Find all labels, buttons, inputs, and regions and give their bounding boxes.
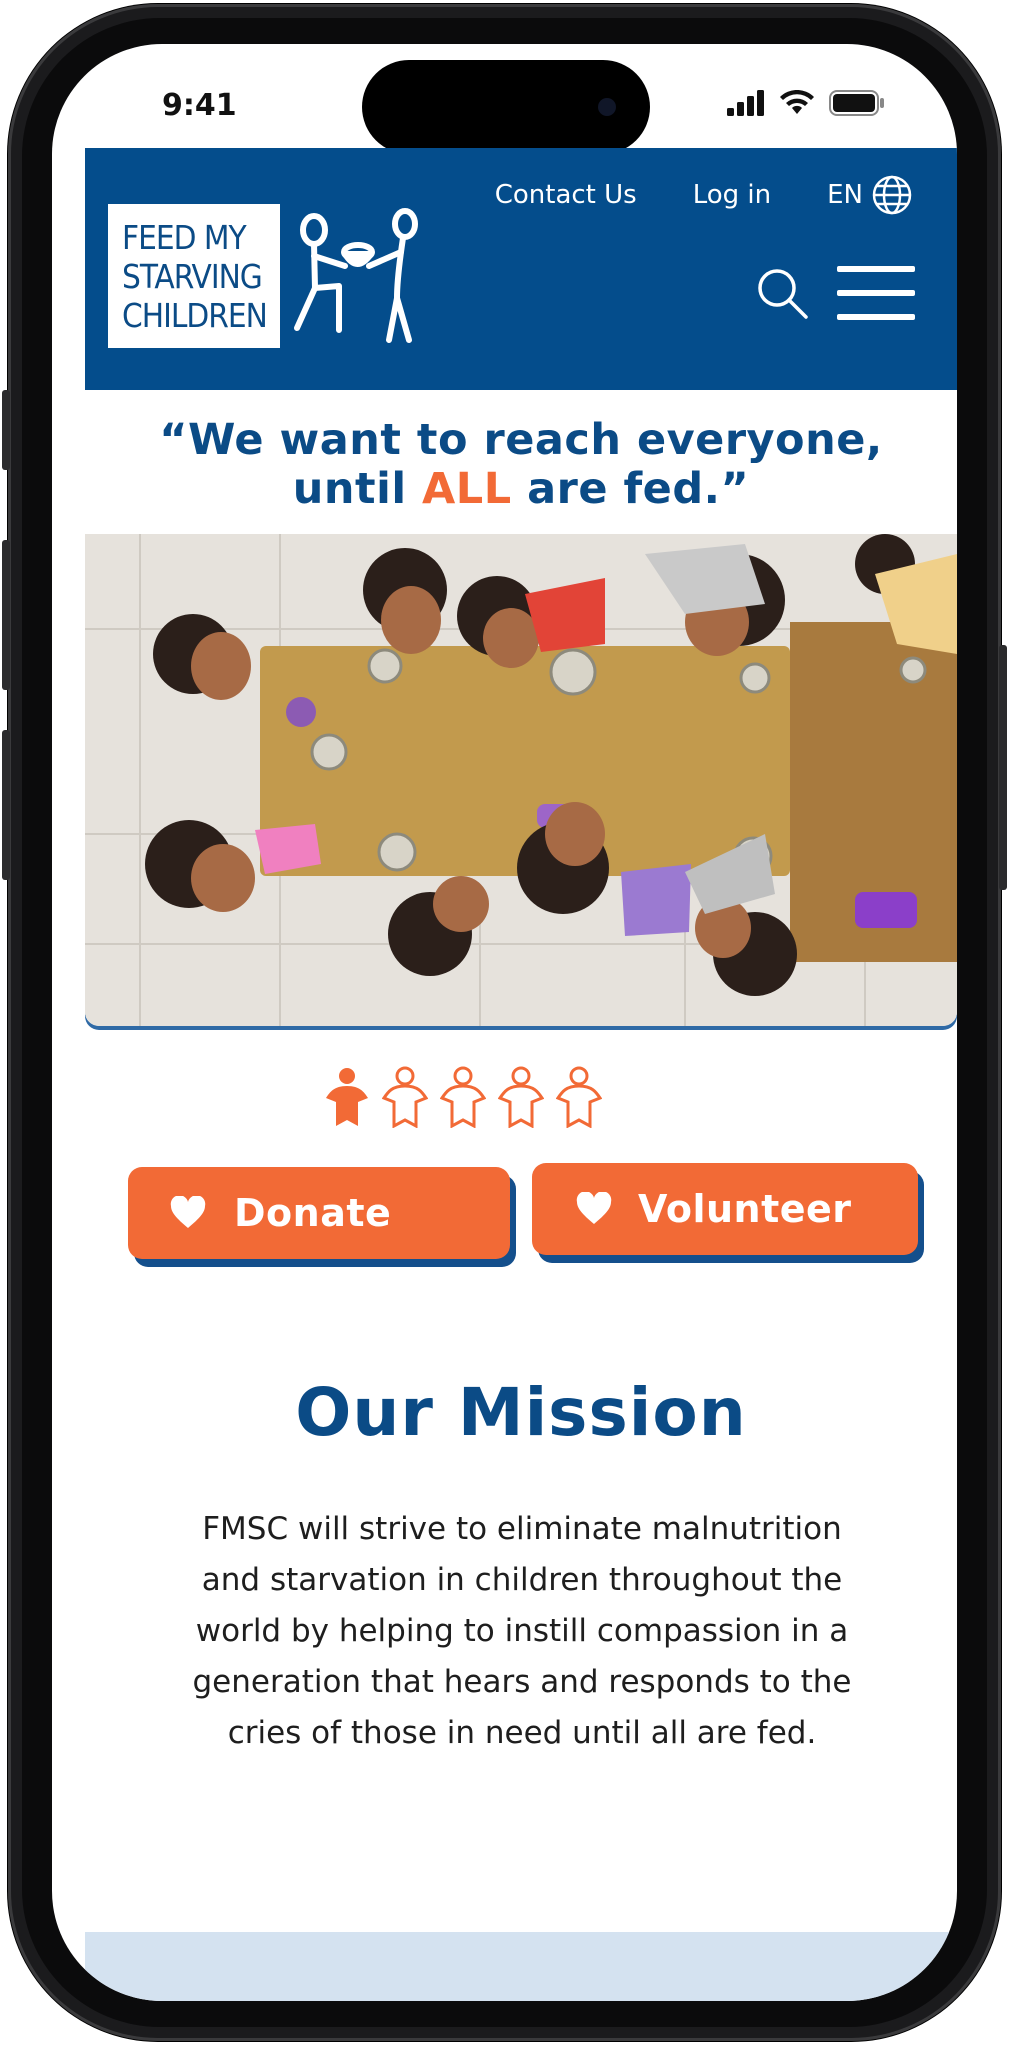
screen: 9:41 FEED MY STARVING CHILDREN Contact U… [52, 44, 957, 2001]
status-bar: 9:41 [52, 44, 957, 154]
status-time: 9:41 [162, 88, 237, 123]
dynamic-island [362, 60, 650, 154]
children-eating-image [85, 534, 957, 1026]
logo-line-3: CHILDREN [122, 295, 268, 335]
carousel-dot-person-icon[interactable] [440, 1066, 486, 1128]
search-icon[interactable] [755, 266, 809, 320]
carousel-dot-active-person-icon[interactable] [324, 1066, 370, 1128]
hero-quote: “We want to reach everyone, until ALL ar… [85, 416, 957, 514]
menu-bar [837, 290, 915, 296]
mission-title: Our Mission [295, 1374, 747, 1451]
carousel-indicators [324, 1066, 602, 1128]
wifi-icon [780, 90, 814, 114]
volunteer-label: Volunteer [638, 1187, 852, 1231]
donate-button[interactable]: Donate [128, 1167, 510, 1259]
carousel-dot-person-icon[interactable] [556, 1066, 602, 1128]
volume-up-button [2, 540, 10, 690]
mission-text: FMSC will strive to eliminate malnutriti… [192, 1511, 852, 1751]
hamburger-menu-icon[interactable] [837, 266, 915, 320]
volunteer-button[interactable]: Volunteer [532, 1163, 918, 1255]
heart-icon [576, 1192, 612, 1224]
quote-line-2-start: until [292, 464, 423, 514]
top-links: Contact Us Log in EN [495, 174, 913, 216]
volume-down-button [2, 730, 10, 880]
menu-bar [837, 266, 915, 272]
next-section-band [85, 1932, 957, 2001]
contact-us-link[interactable]: Contact Us [495, 180, 637, 210]
logo[interactable]: FEED MY STARVING CHILDREN [108, 204, 280, 348]
quote-line-1: “We want to reach everyone, [159, 415, 883, 465]
logo-line-2: STARVING [122, 256, 263, 296]
carousel-dot-person-icon[interactable] [382, 1066, 428, 1128]
battery-icon [829, 90, 884, 116]
menu-bar [837, 314, 915, 320]
language-label: EN [827, 180, 863, 210]
logo-figures-icon [294, 208, 418, 343]
signal-icon [727, 90, 764, 116]
quote-highlight: ALL [422, 464, 512, 514]
action-button [2, 390, 10, 470]
power-button [999, 645, 1007, 890]
site-header: FEED MY STARVING CHILDREN Contact Us Log… [85, 148, 957, 390]
quote-line-2: until ALL are fed.” [85, 465, 957, 514]
globe-icon [872, 175, 912, 215]
status-icons [727, 90, 885, 116]
login-link[interactable]: Log in [693, 180, 771, 210]
donate-label: Donate [234, 1191, 392, 1235]
hero-photo [85, 534, 957, 1026]
carousel-dot-person-icon[interactable] [498, 1066, 544, 1128]
camera-icon [598, 98, 616, 116]
heart-icon [170, 1196, 206, 1228]
logo-line-1: FEED MY [122, 217, 247, 257]
quote-line-2-end: are fed.” [511, 464, 750, 514]
language-selector[interactable]: EN [827, 174, 913, 216]
